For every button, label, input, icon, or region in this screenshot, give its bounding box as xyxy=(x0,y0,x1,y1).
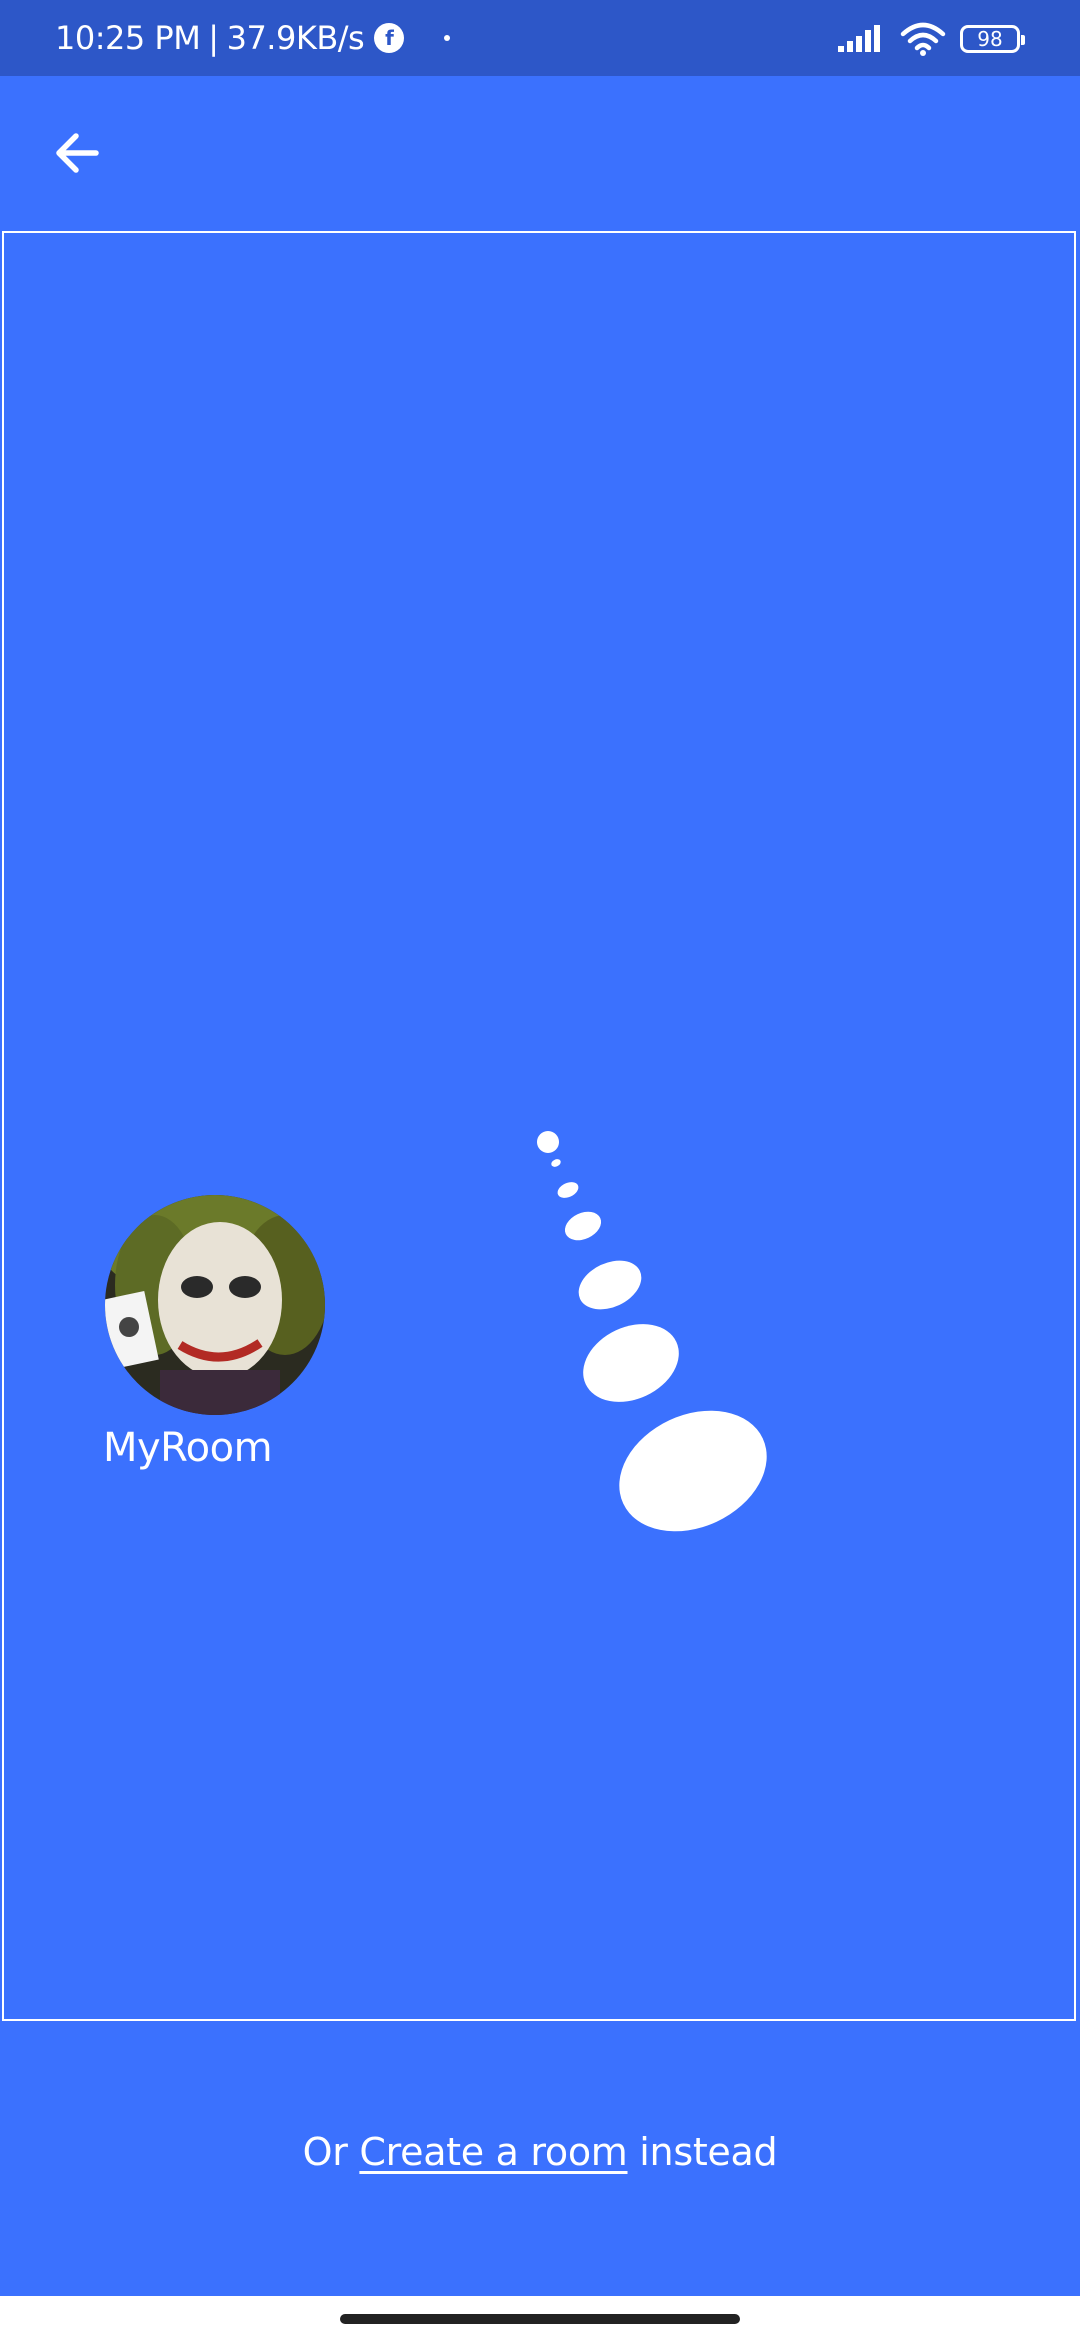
status-time: 10:25 PM xyxy=(55,19,201,57)
create-room-prefix: Or xyxy=(302,2130,348,2174)
notification-app-icon: f xyxy=(374,23,405,53)
create-room-link[interactable]: Create a room xyxy=(359,2130,627,2174)
navigation-bar xyxy=(0,2296,1080,2340)
battery-icon: 98 xyxy=(960,25,1025,53)
create-room-suffix: instead xyxy=(639,2130,778,2174)
room-name: MyRoom xyxy=(103,1425,273,1471)
room-avatar xyxy=(105,1195,325,1415)
status-bar: 10:25 PM | 37.9KB/s f 98 xyxy=(0,0,1080,76)
status-right: 98 xyxy=(836,20,1025,58)
room-item[interactable]: MyRoom xyxy=(103,1195,333,1471)
joker-avatar-icon xyxy=(105,1195,325,1415)
status-separator: | xyxy=(208,19,219,57)
home-gesture-handle[interactable] xyxy=(340,2314,740,2324)
loading-dots-icon xyxy=(537,1131,767,1532)
arrow-left-icon xyxy=(56,133,99,173)
app-bar xyxy=(0,76,1080,230)
status-left: 10:25 PM | 37.9KB/s f xyxy=(55,18,451,58)
status-network-speed: 37.9KB/s xyxy=(226,19,365,57)
create-room-prompt: Or Create a room instead xyxy=(0,2130,1080,2174)
signal-icon xyxy=(838,25,880,52)
wifi-icon xyxy=(900,22,946,56)
notification-dot-icon xyxy=(444,35,451,41)
loading-indicator xyxy=(520,1120,780,1540)
back-button[interactable] xyxy=(40,116,114,190)
battery-level: 98 xyxy=(977,27,1003,51)
